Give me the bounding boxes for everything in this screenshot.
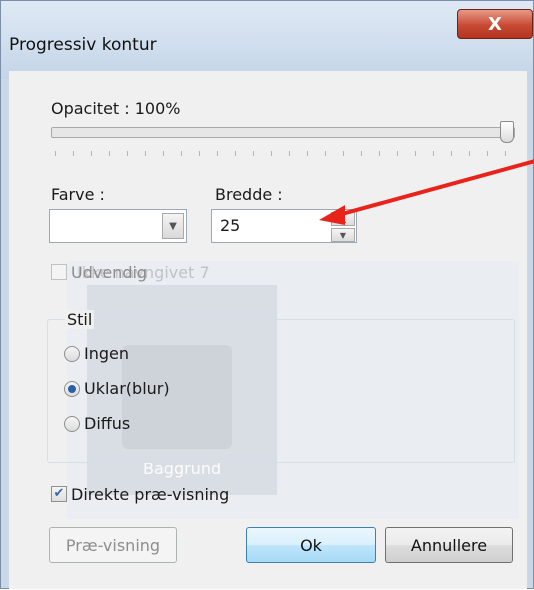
annotation-arrow <box>319 159 534 225</box>
arrow-head-icon <box>319 205 345 225</box>
dialog-window: Progressiv kontur X Ikke navngivet 7 Bag… <box>0 0 534 589</box>
arrow-shaft <box>330 159 534 219</box>
